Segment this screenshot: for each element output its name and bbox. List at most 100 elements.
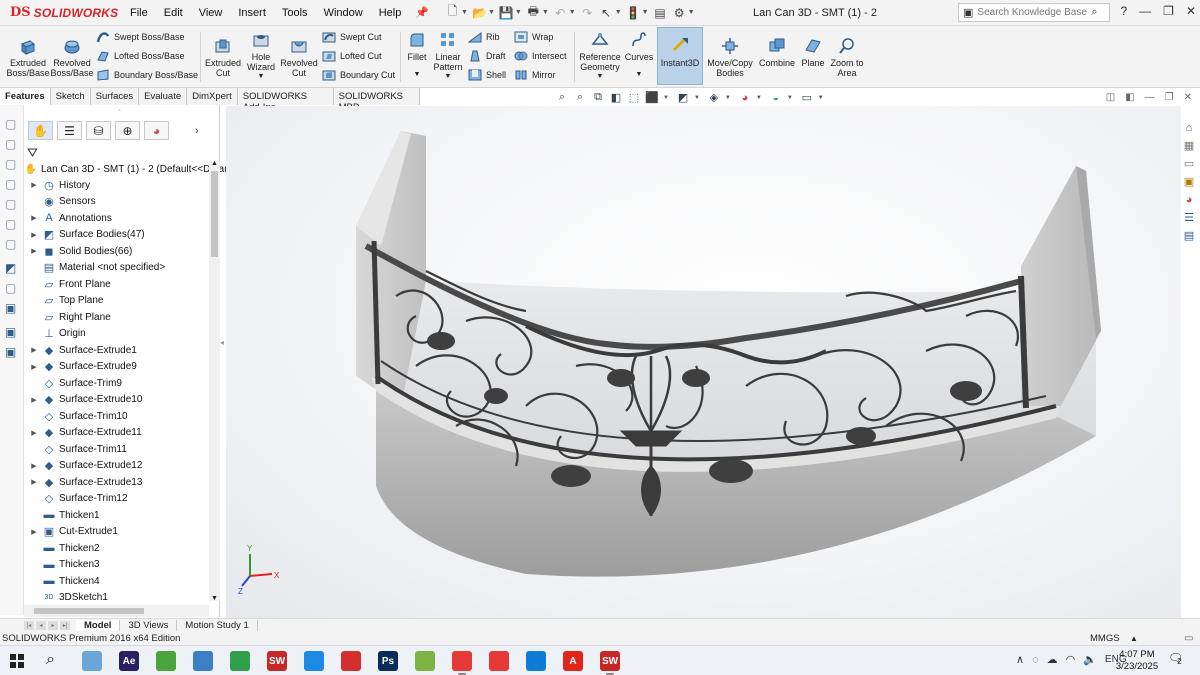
previous-view-icon[interactable]: ⧉ bbox=[591, 91, 605, 104]
redo-button[interactable]: ↷ bbox=[580, 5, 595, 20]
appearances-icon[interactable]: ◕ bbox=[1181, 192, 1197, 207]
menu-insert[interactable]: Insert bbox=[230, 7, 274, 19]
help-icon[interactable]: ? bbox=[1120, 4, 1127, 18]
graphics-area[interactable]: Y X Z bbox=[226, 106, 1181, 618]
new-document-button[interactable]: 🗋 ▼ bbox=[445, 4, 468, 20]
expand-arrow-icon[interactable]: ▶ bbox=[26, 429, 42, 437]
boundary-boss-button[interactable]: Boundary Boss/Base bbox=[96, 68, 198, 82]
expand-arrow-icon[interactable]: ▶ bbox=[26, 363, 42, 371]
restore-icon[interactable]: ❐ bbox=[1163, 4, 1174, 18]
unit-system[interactable]: MMGS bbox=[1090, 633, 1120, 644]
strip-icon-12[interactable]: ▣ bbox=[5, 345, 19, 359]
first-tab-icon[interactable]: |◂ bbox=[24, 621, 34, 630]
tree-item[interactable]: ▶ ◷ History bbox=[26, 177, 90, 193]
tree-item[interactable]: ▱ Front Plane bbox=[26, 276, 111, 292]
custom-properties-icon[interactable]: ☰ bbox=[1181, 210, 1197, 225]
tree-item[interactable]: ▶ ◆ Surface-Extrude1 bbox=[26, 342, 137, 358]
strip-icon-4[interactable]: ▢ bbox=[5, 177, 19, 191]
expand-arrow-icon[interactable]: ▶ bbox=[26, 396, 42, 404]
system-clock[interactable]: 4:07 PM 3/23/2025 bbox=[1112, 649, 1162, 673]
last-tab-icon[interactable]: ▸| bbox=[60, 621, 70, 630]
tree-item[interactable]: ▶ ◆ Surface-Extrude13 bbox=[26, 474, 142, 490]
draft-button[interactable]: Draft bbox=[468, 49, 506, 63]
tab-property-manager[interactable]: ☰ bbox=[57, 121, 82, 140]
tab-dimxpert-manager[interactable]: ⊕ bbox=[115, 121, 140, 140]
minimize-icon[interactable]: — bbox=[1139, 4, 1151, 18]
swept-cut-button[interactable]: Swept Cut bbox=[322, 30, 382, 44]
tree-item[interactable]: ▬ Thicken4 bbox=[26, 573, 100, 589]
solidworks-2016-app-icon[interactable]: SW bbox=[600, 651, 620, 671]
design-library-icon[interactable]: ▦ bbox=[1181, 138, 1197, 153]
extruded-boss-button[interactable]: Extruded Boss/Base bbox=[6, 36, 50, 78]
tree-item[interactable]: ⊥ Origin bbox=[26, 326, 85, 342]
photoshop-app-icon[interactable]: Ps bbox=[378, 651, 398, 671]
select-button[interactable]: ↖ ▼ bbox=[599, 5, 621, 20]
edge-app-icon[interactable] bbox=[526, 651, 546, 671]
expand-arrow-icon[interactable]: ▶ bbox=[26, 181, 42, 189]
tree-vertical-scrollbar[interactable]: ▲ ▼ bbox=[209, 160, 220, 602]
tree-item[interactable]: ▶ ◆ Surface-Extrude10 bbox=[26, 392, 142, 408]
camtasia-app-icon[interactable] bbox=[230, 651, 250, 671]
solidworks-logo[interactable]: DS SOLIDWORKS bbox=[0, 5, 122, 20]
tree-item[interactable]: ▱ Top Plane bbox=[26, 293, 104, 309]
tree-item[interactable]: ▶ A Annotations bbox=[26, 210, 112, 226]
rib-button[interactable]: Rib bbox=[468, 30, 500, 44]
search-options-icon[interactable]: ▣ bbox=[963, 6, 973, 19]
tab-features[interactable]: Features bbox=[0, 88, 51, 105]
tab-dimxpert[interactable]: DimXpert bbox=[187, 88, 238, 105]
apply-scene-icon[interactable]: ◒ bbox=[769, 91, 783, 104]
print-button[interactable]: 🖶 ▼ bbox=[526, 4, 549, 20]
tree-item[interactable]: ◇ Surface-Trim10 bbox=[26, 408, 128, 424]
options-button[interactable]: ⚙ ▼ bbox=[672, 5, 695, 20]
expand-arrow-icon[interactable]: ▶ bbox=[26, 346, 42, 354]
boundary-cut-button[interactable]: Boundary Cut bbox=[322, 68, 395, 82]
green-app-icon[interactable] bbox=[156, 651, 176, 671]
strip-icon-3[interactable]: ▢ bbox=[5, 157, 19, 171]
file-explorer-icon[interactable]: ▭ bbox=[1181, 156, 1197, 171]
tree-item[interactable]: ▶ ◼ Solid Bodies(66) bbox=[26, 243, 132, 259]
fillet-button[interactable]: Fillet ▼ bbox=[402, 30, 432, 80]
strip-icon-6[interactable]: ▢ bbox=[5, 217, 19, 231]
tree-item[interactable]: ◇ Surface-Trim12 bbox=[26, 491, 128, 507]
tree-item[interactable]: ▶ ▣ Cut-Extrude1 bbox=[26, 524, 118, 540]
search-icon[interactable]: ⌕ bbox=[1091, 6, 1097, 19]
tab-configuration-manager[interactable]: ⛁ bbox=[86, 121, 111, 140]
tree-item[interactable]: ◉ Sensors bbox=[26, 194, 96, 210]
zoom-to-fit-icon[interactable]: ⌕ bbox=[555, 91, 569, 104]
restore-doc-icon[interactable]: ❐ bbox=[1165, 92, 1174, 103]
tree-item[interactable]: ▬ Thicken2 bbox=[26, 540, 100, 556]
volume-icon[interactable]: 🔈 bbox=[1083, 653, 1097, 666]
search-input[interactable] bbox=[977, 7, 1088, 18]
scrollbar-thumb[interactable] bbox=[34, 608, 144, 614]
tree-item[interactable]: ▶ ◩ Surface Bodies(47) bbox=[26, 227, 144, 243]
tree-horizontal-scrollbar[interactable] bbox=[24, 605, 209, 617]
lofted-boss-button[interactable]: Lofted Boss/Base bbox=[96, 49, 185, 63]
green-swirl-app-icon[interactable] bbox=[415, 651, 435, 671]
swept-boss-button[interactable]: Swept Boss/Base bbox=[96, 30, 185, 44]
chevron-right-icon[interactable]: › bbox=[195, 125, 199, 137]
tab-model[interactable]: Model bbox=[76, 620, 121, 631]
solidworks-resources-icon[interactable]: ⌂ bbox=[1181, 120, 1197, 135]
menu-window[interactable]: Window bbox=[316, 7, 371, 19]
strip-icon-11[interactable]: ▣ bbox=[5, 325, 19, 339]
display-style-icon[interactable]: ◩ bbox=[676, 91, 690, 104]
next-tab-icon[interactable]: ▸ bbox=[48, 621, 58, 630]
expand-arrow-icon[interactable]: ▶ bbox=[26, 231, 42, 239]
unit-dropdown-icon[interactable]: ▲ bbox=[1130, 634, 1138, 643]
scrollbar-thumb[interactable] bbox=[211, 171, 218, 257]
strip-icon-7[interactable]: ▢ bbox=[5, 237, 19, 251]
view-settings-icon[interactable]: ▭ bbox=[800, 91, 814, 104]
expand-arrow-icon[interactable]: ▶ bbox=[26, 462, 42, 470]
onedrive-icon[interactable]: ☁ bbox=[1047, 653, 1058, 666]
rebuild-button[interactable]: 🚦 ▼ bbox=[626, 5, 649, 20]
linear-pattern-button[interactable]: Linear Pattern ▼ bbox=[430, 30, 466, 82]
panel-grip-icon[interactable]: ◦ bbox=[118, 107, 120, 114]
file-properties-button[interactable]: ▤ bbox=[653, 5, 668, 20]
sketch-app-icon[interactable] bbox=[489, 651, 509, 671]
expand-arrow-icon[interactable]: ▶ bbox=[26, 478, 42, 486]
pin-menu-icon[interactable]: 📌 bbox=[415, 6, 429, 19]
strip-icon-1[interactable]: ▢ bbox=[5, 117, 19, 131]
tree-item[interactable]: ◇ Surface-Trim9 bbox=[26, 375, 122, 391]
revolved-boss-button[interactable]: Revolved Boss/Base bbox=[50, 36, 94, 78]
tab-motion-study-1[interactable]: Motion Study 1 bbox=[177, 620, 258, 631]
